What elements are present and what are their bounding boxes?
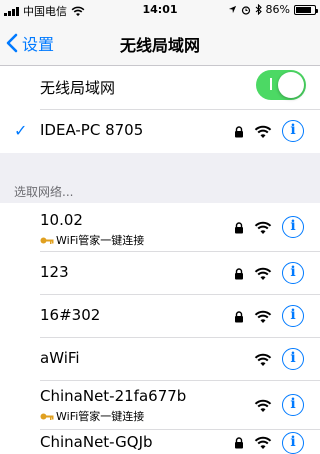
- lock-icon: [235, 268, 243, 280]
- network-row[interactable]: 10.02 WiFi管家一键连接 i: [0, 203, 320, 252]
- wifi-signal-icon: [254, 436, 272, 449]
- network-name: 123: [40, 263, 69, 281]
- location-arrow-icon: [228, 5, 236, 14]
- key-icon: [40, 237, 54, 244]
- network-name: 10.02: [40, 211, 83, 229]
- network-row[interactable]: ChinaNet-21fa677b WiFi管家一键连接 i: [0, 381, 320, 430]
- battery-percent: 86%: [265, 3, 290, 16]
- wifi-signal-icon: [254, 310, 272, 323]
- key-icon: [40, 413, 54, 420]
- wifi-signal-icon: [254, 221, 272, 234]
- info-button[interactable]: i: [282, 432, 304, 454]
- network-name: ChinaNet-21fa677b: [40, 387, 187, 405]
- wlan-toggle-row: 无线局域网: [0, 66, 320, 110]
- network-row[interactable]: 123 i: [0, 252, 320, 295]
- section-header: 选取网络...: [14, 185, 74, 199]
- info-button[interactable]: i: [282, 262, 304, 284]
- battery-level: [296, 6, 312, 13]
- wifi-signal-icon: [254, 125, 272, 138]
- network-name: aWiFi: [40, 349, 80, 367]
- wifi-signal-icon: [254, 399, 272, 412]
- toggle-knob: [278, 72, 304, 98]
- wlan-toggle-label: 无线局域网: [40, 79, 116, 97]
- status-bar: 中国电信 14:01 86%: [0, 0, 320, 20]
- network-name: 16#302: [40, 306, 101, 324]
- info-button[interactable]: i: [282, 305, 304, 327]
- page-title: 无线局域网: [119, 36, 200, 55]
- info-button[interactable]: i: [282, 120, 304, 142]
- network-subtitle: WiFi管家一键连接: [40, 232, 144, 248]
- network-subtitle-text: WiFi管家一键连接: [56, 234, 145, 247]
- bluetooth-icon: [255, 4, 262, 15]
- wifi-signal-icon: [254, 353, 272, 366]
- wifi-signal-icon: [254, 267, 272, 280]
- wlan-settings-group: 无线局域网 ✓ IDEA-PC 8705 i: [0, 66, 320, 153]
- network-subtitle-text: WiFi管家一键连接: [56, 410, 145, 423]
- network-list: 10.02 WiFi管家一键连接 i 123 i 16#302 i aWiFi …: [0, 203, 320, 454]
- toggle-on-mark: [270, 78, 272, 90]
- info-button[interactable]: i: [282, 348, 304, 370]
- status-right: 86%: [228, 3, 318, 16]
- navigation-bar: 设置 无线局域网: [0, 20, 320, 66]
- network-row[interactable]: aWiFi i: [0, 338, 320, 381]
- lock-icon: [235, 222, 243, 234]
- network-name: ChinaNet-GQJb: [40, 433, 153, 451]
- info-button[interactable]: i: [282, 394, 304, 416]
- connected-network-name: IDEA-PC 8705: [40, 121, 144, 139]
- lock-icon: [235, 311, 243, 323]
- checkmark-icon: ✓: [14, 121, 28, 140]
- info-button[interactable]: i: [282, 216, 304, 238]
- lock-icon: [235, 126, 243, 138]
- connected-network-row[interactable]: ✓ IDEA-PC 8705 i: [0, 110, 320, 153]
- lock-icon: [235, 437, 243, 449]
- network-row[interactable]: ChinaNet-GQJb i: [0, 430, 320, 454]
- alarm-icon: [241, 5, 250, 15]
- network-subtitle: WiFi管家一键连接: [40, 408, 144, 424]
- wlan-toggle-switch[interactable]: [256, 70, 306, 100]
- network-row[interactable]: 16#302 i: [0, 295, 320, 338]
- battery-icon: [294, 4, 318, 15]
